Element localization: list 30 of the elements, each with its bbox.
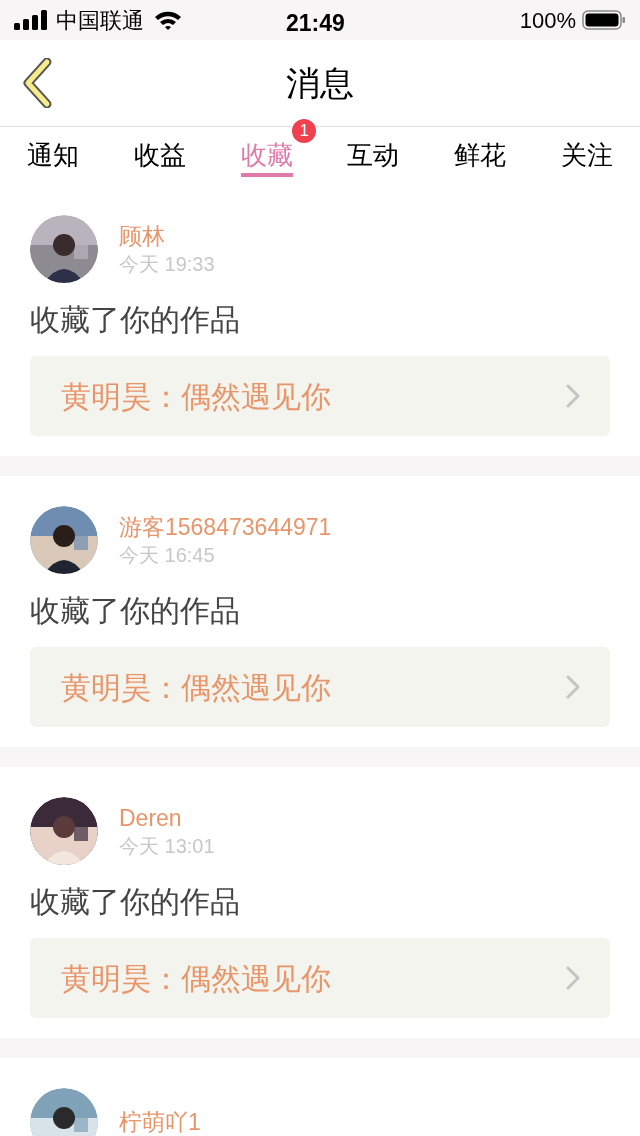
work-title: 黄明昊：偶然遇见你 (61, 669, 331, 706)
chevron-right-icon (566, 966, 580, 990)
message-text: 收藏了你的作品 (30, 884, 241, 920)
tab[interactable]: 互动 (347, 127, 400, 177)
battery-icon (582, 10, 626, 30)
tab[interactable]: 关注 (560, 127, 613, 177)
user-name[interactable]: Deren (119, 803, 215, 833)
user-name[interactable]: 顾林 (119, 221, 215, 251)
user-name[interactable]: 游客1568473644971 (119, 512, 332, 542)
chevron-right-icon (566, 675, 580, 699)
message-text: 收藏了你的作品 (30, 593, 241, 629)
message-text: 收藏了你的作品 (30, 302, 241, 338)
tab[interactable]: 收益 (134, 127, 186, 177)
status-time: 21:49 (286, 9, 345, 38)
work-link[interactable]: 黄明昊：偶然遇见你 (30, 647, 610, 727)
signal-icon (14, 10, 48, 30)
tab[interactable]: 鲜花 (454, 127, 506, 177)
back-chevron-icon (22, 58, 54, 108)
tab[interactable]: 通知 (27, 127, 80, 177)
battery-percent: 100% (519, 6, 576, 35)
work-link[interactable]: 黄明昊：偶然遇见你 (30, 356, 610, 436)
page-title: 消息 (286, 62, 354, 104)
user-name[interactable]: 柠萌吖1 (119, 1107, 201, 1136)
unread-badge: 1 (292, 119, 317, 143)
work-link[interactable]: 黄明昊：偶然遇见你 (30, 938, 610, 1018)
work-title: 黄明昊：偶然遇见你 (61, 378, 331, 415)
work-title: 黄明昊：偶然遇见你 (61, 960, 331, 997)
carrier-name: 中国联通 (56, 6, 144, 35)
chevron-right-icon (566, 384, 580, 408)
wifi-icon (154, 10, 182, 30)
